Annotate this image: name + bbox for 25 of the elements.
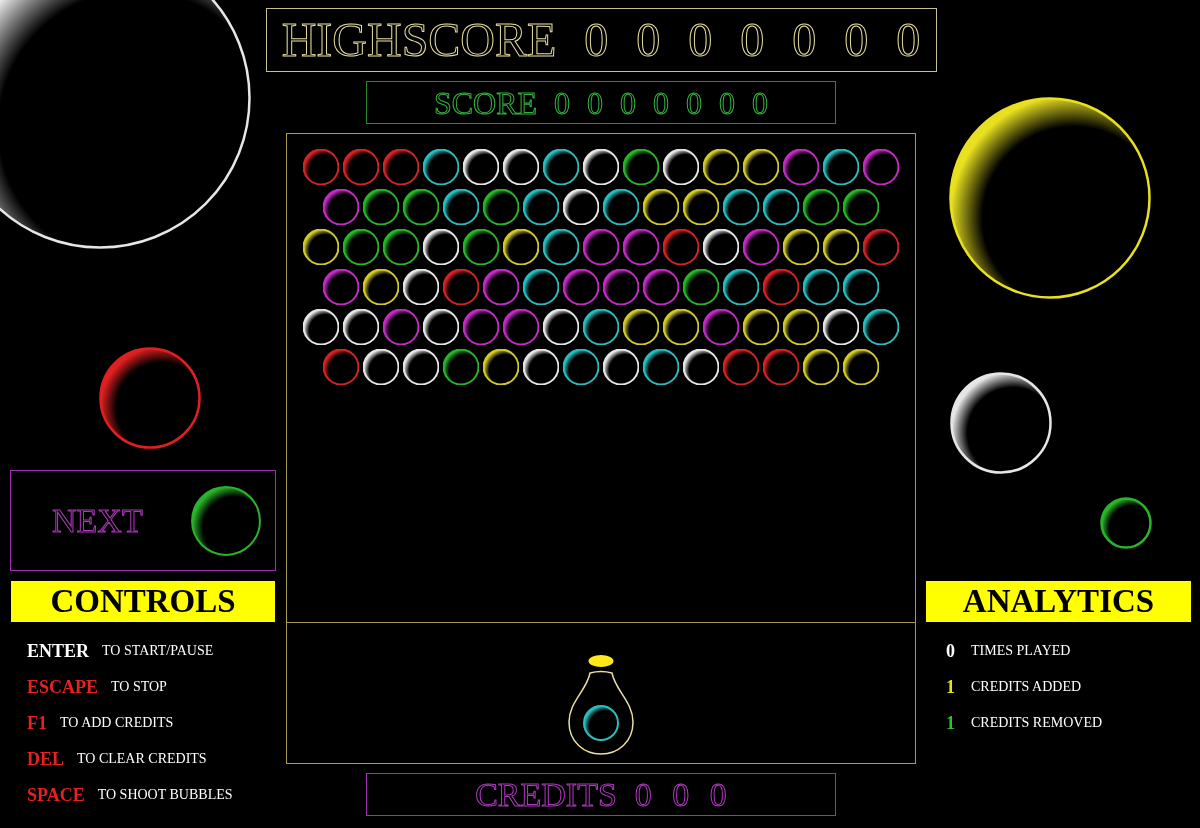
key-label: ESCAPE xyxy=(27,678,98,696)
action-label: TO CLEAR CREDITS xyxy=(77,752,207,766)
key-label: ENTER xyxy=(27,642,89,660)
action-label: TO ADD CREDITS xyxy=(60,716,174,730)
stat-label: CREDITS ADDED xyxy=(971,680,1082,694)
credits-value: 0 0 0 xyxy=(634,777,727,812)
controls-title: CONTROLS xyxy=(50,585,236,618)
next-label: NEXT xyxy=(52,503,143,538)
stat-value: 0 xyxy=(946,642,955,660)
stat-label: CREDITS REMOVED xyxy=(971,716,1103,730)
key-label: DEL xyxy=(27,750,64,768)
analytics-title: ANALYTICS xyxy=(962,585,1155,618)
key-label: SPACE xyxy=(27,786,85,804)
score-value: 0 0 0 0 0 0 0 xyxy=(554,86,769,119)
score-label: SCORE xyxy=(433,86,538,119)
key-label: F1 xyxy=(27,714,47,732)
stat-value: 1 xyxy=(946,678,955,696)
credits-label: CREDITS xyxy=(475,777,617,812)
highscore-value: 0 0 0 0 0 0 0 xyxy=(584,16,921,64)
action-label: TO SHOOT BUBBLES xyxy=(97,788,233,802)
action-label: TO START/PAUSE xyxy=(102,644,214,658)
stat-label: TIMES PLAYED xyxy=(971,644,1071,658)
action-label: TO STOP xyxy=(111,680,167,694)
highscore-label: HIGHSCORE xyxy=(281,16,557,64)
stat-value: 1 xyxy=(946,714,955,732)
